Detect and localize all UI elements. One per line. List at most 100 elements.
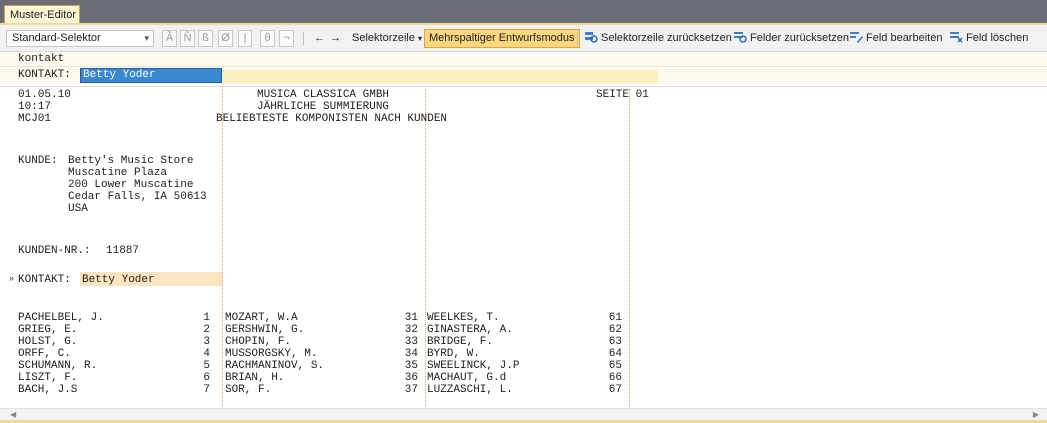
company-name: MUSICA CLASSICA GMBH: [257, 89, 390, 101]
chevron-down-icon: ▾: [418, 34, 423, 43]
composer-name: SCHUMANN, R.: [18, 360, 98, 372]
composer-name: ORFF, C.: [18, 348, 71, 360]
field-row-label: KONTAKT:: [18, 69, 71, 81]
report-date: 01.05.10: [18, 89, 71, 101]
reset-row-icon: [585, 32, 598, 43]
composer-name: MUSSORGSKY, M.: [225, 348, 318, 360]
delete-field-button[interactable]: Feld löschen: [949, 30, 1028, 47]
tab-muster-editor[interactable]: Muster-Editor: [4, 5, 80, 24]
composer-name: HOLST, G.: [18, 336, 78, 348]
composer-rank: 34: [404, 348, 418, 360]
chevron-down-icon: ▾: [144, 33, 149, 43]
row-marker: »: [9, 273, 15, 283]
toolbar: Standard-Selektor ▾ Ã Ñ ß Ø | θ ¬ ← → Se…: [0, 25, 1047, 52]
composer-rank: 65: [608, 360, 622, 372]
report-subtitle: JÄHRLICHE SUMMIERUNG: [257, 101, 390, 113]
reset-fields-icon: [734, 32, 747, 43]
customer-line: 200 Lower Muscatine: [68, 179, 194, 191]
reset-selektorzeile-label: Selektorzeile zurücksetzen: [601, 32, 732, 44]
arrow-right-button[interactable]: →: [330, 30, 341, 47]
composer-name: BYRD, W.: [427, 348, 480, 360]
composer-rank: 66: [608, 372, 622, 384]
delete-field-icon: [950, 32, 963, 43]
glyph-button-not[interactable]: ¬: [279, 30, 294, 47]
column-guide: [222, 89, 223, 407]
report-code: MCJ01: [18, 113, 52, 125]
composer-name: BRIDGE, F.: [427, 336, 494, 348]
customer-line: USA: [68, 203, 88, 215]
composer-name: LISZT, F.: [18, 372, 78, 384]
field-value-input[interactable]: Betty Yoder: [80, 68, 222, 83]
glyph-button-n-tilde[interactable]: Ñ: [180, 30, 195, 47]
composer-rank: 4: [203, 348, 210, 360]
composer-rank: 31: [404, 312, 418, 324]
composer-rank: 7: [203, 384, 210, 396]
selector-dropdown[interactable]: Standard-Selektor ▾: [6, 30, 154, 47]
composer-name: PACHELBEL, J.: [18, 312, 104, 324]
composer-rank: 1: [203, 312, 210, 324]
composer-rank: 6: [203, 372, 210, 384]
composer-name: CHOPIN, F.: [225, 336, 292, 348]
horizontal-scrollbar[interactable]: ◀ ▶: [0, 408, 1047, 420]
composer-rank: 3: [203, 336, 210, 348]
report-title: BELIEBTESTE KOMPONISTEN NACH KUNDEN: [216, 113, 448, 125]
composer-name: MACHAUT, G.d: [427, 372, 507, 384]
glyph-button-theta[interactable]: θ: [260, 30, 275, 47]
edit-field-icon: [850, 32, 863, 43]
customer-line: Muscatine Plaza: [68, 167, 168, 179]
selector-row[interactable]: kontakt: [0, 53, 1047, 67]
composer-name: GRIEG, E.: [18, 324, 78, 336]
customer-label: KUNDE:: [18, 155, 58, 167]
scroll-left-icon[interactable]: ◀: [10, 409, 16, 420]
title-bar: [0, 0, 1047, 24]
selector-value: Standard-Selektor: [12, 32, 101, 44]
composer-name: BACH, J.S: [18, 384, 78, 396]
edit-field-button[interactable]: Feld bearbeiten: [849, 30, 942, 47]
scroll-right-icon[interactable]: ▶: [1033, 409, 1039, 420]
column-guide: [629, 89, 630, 407]
composer-name: SOR, F.: [225, 384, 272, 396]
composer-rank: 32: [404, 324, 418, 336]
composer-rank: 2: [203, 324, 210, 336]
composer-name: BRIAN, H.: [225, 372, 285, 384]
composer-rank: 33: [404, 336, 418, 348]
composer-rank: 36: [404, 372, 418, 384]
toolbar-divider: [303, 32, 304, 45]
composer-rank: 61: [608, 312, 622, 324]
glyph-button-o-slash[interactable]: Ø: [218, 30, 233, 47]
composer-rank: 5: [203, 360, 210, 372]
composer-rank: 64: [608, 348, 622, 360]
page-number: SEITE 01: [596, 89, 649, 101]
composer-rank: 67: [608, 384, 622, 396]
composer-rank: 63: [608, 336, 622, 348]
customer-no-value: 11887: [106, 245, 140, 257]
mehrspaltig-mode-button[interactable]: Mehrspaltiger Entwurfsmodus: [424, 29, 580, 48]
column-guide: [425, 89, 426, 407]
glyph-button-pipe[interactable]: |: [238, 30, 252, 47]
composer-rank: 62: [608, 324, 622, 336]
composer-name: GERSHWIN, G.: [225, 324, 305, 336]
composer-name: GINASTERA, A.: [427, 324, 513, 336]
reset-selektorzeile-button[interactable]: Selektorzeile zurücksetzen: [584, 30, 732, 47]
selektorzeile-dropdown[interactable]: Selektorzeile ▾: [352, 30, 422, 47]
contact-value[interactable]: Betty Yoder: [82, 274, 155, 286]
field-row: KONTAKT: Betty Yoder: [0, 68, 1047, 84]
composer-name: LUZZASCHI, L.: [427, 384, 513, 396]
composer-name: RACHMANINOV, S.: [225, 360, 325, 372]
delete-field-label: Feld löschen: [966, 32, 1029, 44]
toolbar-divider: [577, 32, 578, 45]
reset-fields-button[interactable]: Felder zurücksetzen: [733, 30, 849, 47]
customer-line: Cedar Falls, IA 50613: [68, 191, 207, 203]
composer-name: MOZART, W.A: [225, 312, 298, 324]
glyph-button-a-tilde[interactable]: Ã: [162, 30, 177, 47]
customer-no-label: KUNDEN-NR.:: [18, 245, 91, 257]
composer-name: SWEELINCK, J.P: [427, 360, 520, 372]
report-time: 10:17: [18, 101, 52, 113]
report-document: 01.05.10 10:17 MCJ01 MUSICA CLASSICA GMB…: [0, 87, 1047, 408]
composer-rank: 35: [404, 360, 418, 372]
composer-rank: 37: [404, 384, 418, 396]
customer-line: Betty's Music Store: [68, 155, 194, 167]
glyph-button-sharp-s[interactable]: ß: [198, 30, 213, 47]
edit-field-label: Feld bearbeiten: [866, 32, 943, 44]
arrow-left-button[interactable]: ←: [314, 30, 325, 47]
